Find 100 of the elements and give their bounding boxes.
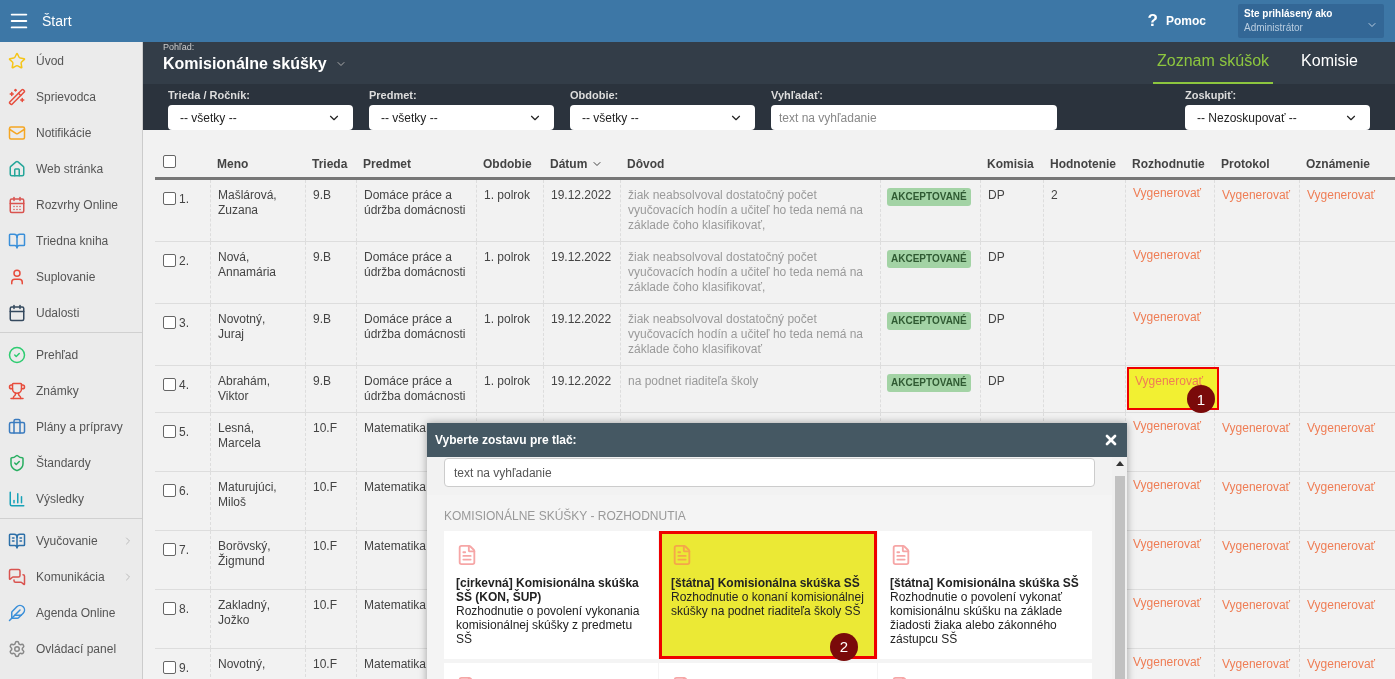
filter-label: Zoskupiť:	[1185, 89, 1238, 102]
row-number: 9.	[179, 661, 189, 675]
column-header[interactable]: Oznámenie	[1306, 154, 1371, 173]
table-cell: 10.F	[313, 421, 337, 435]
sidebar-item[interactable]: Rozvrhy Online	[0, 187, 142, 223]
filter-select[interactable]: -- všetky --	[369, 105, 554, 130]
checkbox[interactable]	[163, 543, 176, 556]
sidebar-item[interactable]: Štandardy	[0, 445, 142, 481]
check-circle-icon	[8, 346, 26, 364]
checkbox[interactable]	[163, 154, 176, 168]
table-cell: Matematika	[364, 480, 427, 494]
filter-label: Predmet:	[369, 89, 418, 102]
report-description: Rozhodnutie o konaní komisionálnej skúšky na podnet riaditeľa školy SŠ	[671, 590, 865, 618]
table-cell: 10.F	[313, 657, 337, 671]
sidebar-item[interactable]: Agenda Online	[0, 595, 142, 631]
checkbox[interactable]	[163, 316, 176, 329]
sidebar-item[interactable]: Výsledky	[0, 481, 142, 517]
sidebar-item[interactable]: Web stránka	[0, 151, 142, 187]
table-cell: 9.B	[313, 188, 331, 202]
filter-select[interactable]: -- Nezoskupovať --	[1185, 105, 1370, 130]
open-book-icon	[8, 532, 26, 550]
row-number: 2.	[179, 254, 189, 268]
column-header[interactable]: Hodnotenie	[1050, 154, 1116, 173]
pdf-icon	[456, 544, 478, 566]
checkbox[interactable]	[163, 192, 176, 205]
checkbox[interactable]	[163, 254, 176, 267]
table-cell: Domáce práce a údržba domácnosti	[364, 374, 466, 403]
help-link[interactable]: Pomoc	[1166, 12, 1206, 30]
checkbox[interactable]	[163, 484, 176, 497]
sidebar-item[interactable]: Úvod	[0, 43, 142, 79]
table-cell: Matematika	[364, 598, 427, 612]
table-cell: 1. polrok	[484, 250, 531, 264]
pdf-icon	[671, 544, 693, 566]
sidebar-item[interactable]: Vyučovanie	[0, 523, 142, 559]
table-cell: 10.F	[313, 480, 337, 494]
table-cell: 19.12.2022	[551, 188, 612, 202]
envelope-icon	[8, 124, 26, 142]
user-menu[interactable]: Ste prihlásený ako Administrátor	[1238, 4, 1384, 38]
column-header[interactable]: Meno	[217, 154, 249, 173]
view-selector[interactable]: Komisionálne skúšky	[163, 52, 347, 76]
table-cell: Domáce práce a údržba domácnosti	[364, 250, 466, 279]
row-number: 3.	[179, 316, 189, 330]
report-card[interactable]: [štátna] Komisionálna skúška SŠ Rozhodnutie o konaní komisionálnej skúšky na podnet riaditeľa školy SŠ 2	[659, 531, 877, 659]
sidebar-item[interactable]: Suplovanie	[0, 259, 142, 295]
report-card[interactable]: [štátna] Komisionálna skúška SŠ Rozhodnutie o povolení vykonať komisionálnu skúšku na základe žiadosti žiaka alebo zákonného zástupcu SŠ	[878, 531, 1092, 659]
column-header[interactable]: Dôvod	[627, 154, 665, 173]
table-cell: Matematika	[364, 421, 427, 435]
table-cell: 9.B	[313, 250, 331, 264]
column-header[interactable]: Rozhodnutie	[1132, 154, 1205, 173]
report-card[interactable]: [cirkevná] Komisionálna skúška SŠ (KON, ŠUP) Rozhodnutie o povolení vykonania komisionálnej skúšky z predmetu SŠ	[444, 531, 658, 659]
filter-select[interactable]: -- všetky --	[168, 105, 353, 130]
table-cell: Matematika	[364, 539, 427, 553]
column-header[interactable]: Predmet	[363, 154, 412, 173]
column-header[interactable]: Obdobie	[483, 154, 532, 173]
user-label: Ste prihlásený ako	[1244, 7, 1333, 21]
column-header[interactable]: Dátum	[550, 154, 588, 173]
wand-icon	[8, 88, 26, 106]
search-field[interactable]: text na vyhľadanie	[771, 105, 1057, 130]
search-field[interactable]: text na vyhľadanie	[444, 458, 1095, 487]
scrollbar[interactable]	[1112, 457, 1127, 679]
row-number: 7.	[179, 543, 189, 557]
sidebar-item[interactable]: Plány a prípravy	[0, 409, 142, 445]
sidebar-item[interactable]: Sprievodca	[0, 79, 142, 115]
sidebar-item[interactable]: Komunikácia	[0, 559, 142, 595]
table-cell: 1. polrok	[484, 312, 531, 326]
filter-select[interactable]: -- všetky --	[570, 105, 755, 130]
app-title[interactable]: Štart	[42, 10, 72, 32]
checkbox[interactable]	[163, 602, 176, 615]
close-icon[interactable]	[1103, 432, 1119, 448]
row-number: 5.	[179, 425, 189, 439]
status-badge: AKCEPTOVANÉ	[887, 250, 971, 268]
report-description: Rozhodnutie o povolení vykonania komisionálnej skúšky z predmetu SŠ	[456, 604, 641, 646]
tab[interactable]: Komisie	[1297, 49, 1362, 84]
sidebar-item[interactable]: Udalosti	[0, 295, 142, 331]
status-badge: AKCEPTOVANÉ	[887, 374, 971, 392]
table-cell: 2	[1051, 188, 1058, 202]
column-header[interactable]: Komisia	[987, 154, 1034, 173]
column-header[interactable]: Trieda	[312, 154, 348, 173]
person-icon	[8, 268, 26, 286]
star-icon	[8, 52, 26, 70]
row-number: 6.	[179, 484, 189, 498]
table-cell: Domáce práce a údržba domácnosti	[364, 312, 466, 341]
sidebar-item[interactable]: Notifikácie	[0, 115, 142, 151]
reason-text: žiak neabsolvoval dostatočný počet vyučovacích hodín a učiteľ ho teda nemá na základe čoho klasifikovať,	[628, 250, 863, 294]
table-cell: DP	[988, 312, 1005, 326]
feather-icon	[8, 604, 26, 622]
pdf-icon	[890, 544, 912, 566]
checkbox[interactable]	[163, 378, 176, 391]
sidebar-item[interactable]: Známky	[0, 373, 142, 409]
filter-label: Obdobie:	[570, 89, 620, 102]
checkbox[interactable]	[163, 661, 176, 674]
column-header[interactable]: Protokol	[1221, 154, 1270, 173]
checkbox[interactable]	[163, 425, 176, 438]
sidebar-item[interactable]: Ovládací panel	[0, 631, 142, 667]
help-icon[interactable]: ?	[1147, 8, 1158, 34]
sidebar-item[interactable]: Triedna kniha	[0, 223, 142, 259]
student-name: Maturujúci, Miloš	[218, 480, 278, 510]
sidebar-item[interactable]: Prehľad	[0, 337, 142, 373]
calendar-icon	[8, 196, 26, 214]
table-cell: Domáce práce a údržba domácnosti	[364, 188, 466, 217]
